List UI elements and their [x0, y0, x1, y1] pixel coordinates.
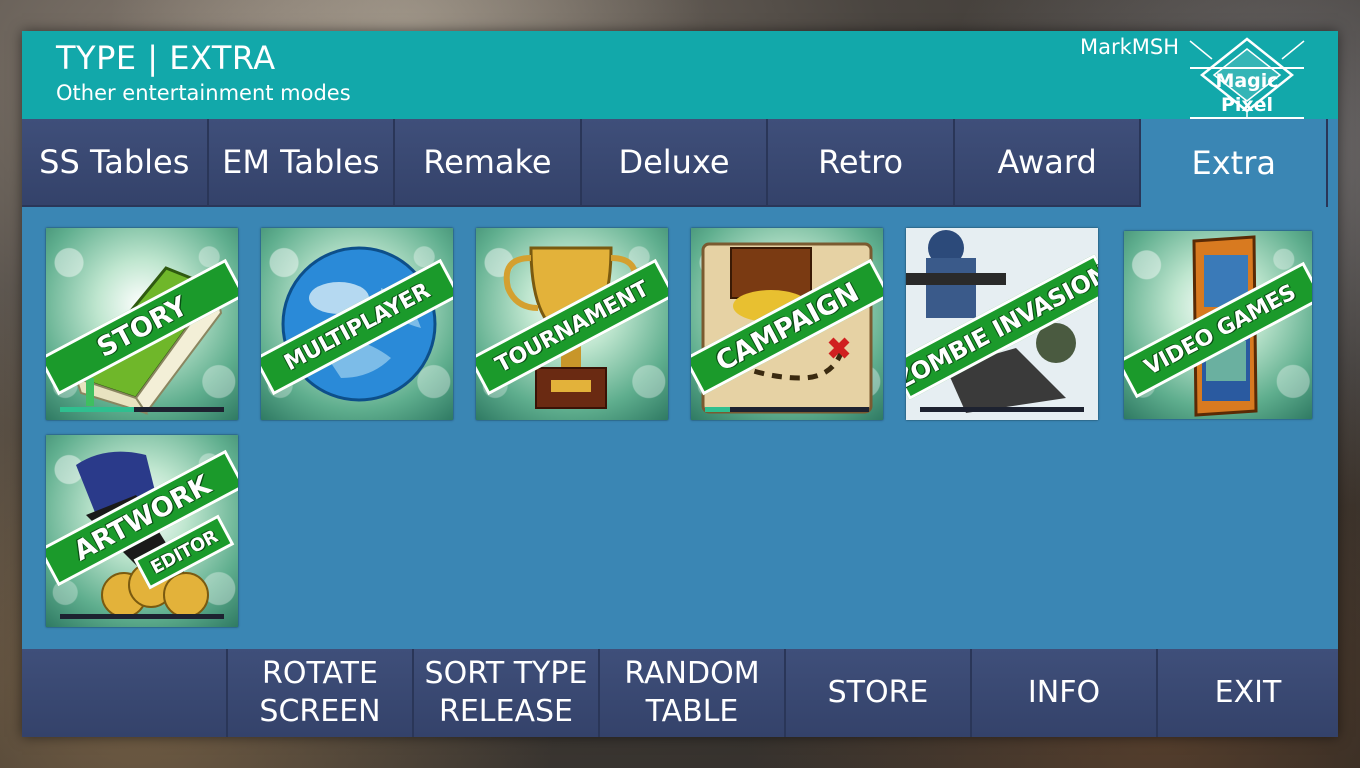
- header: TYPE | EXTRA Other entertainment modes M…: [22, 31, 1338, 119]
- tab-extra[interactable]: Extra: [1141, 119, 1329, 207]
- tile-zombie-invasion[interactable]: ZOMBIE INVASION: [906, 228, 1098, 420]
- tab-remake[interactable]: Remake: [395, 119, 582, 207]
- username-label[interactable]: MarkMSH: [1080, 35, 1179, 59]
- progress-bar: [920, 407, 1084, 412]
- tile-video-games[interactable]: VIDEO GAMES: [1124, 231, 1312, 419]
- category-tabs: SS Tables EM Tables Remake Deluxe Retro …: [22, 119, 1329, 207]
- progress-bar: [60, 407, 224, 412]
- tab-ss-tables[interactable]: SS Tables: [22, 119, 209, 207]
- random-table-button[interactable]: RANDOM TABLE: [598, 649, 784, 737]
- tile-tournament[interactable]: TOURNAMENT: [476, 228, 668, 420]
- store-button[interactable]: STORE: [784, 649, 970, 737]
- footer-spacer: [22, 649, 226, 737]
- tab-em-tables[interactable]: EM Tables: [208, 119, 396, 207]
- app-window: TYPE | EXTRA Other entertainment modes M…: [22, 31, 1338, 737]
- tile-artwork-editor[interactable]: ARTWORK EDITOR: [46, 435, 238, 627]
- footer-toolbar: ROTATE SCREEN SORT TYPE RELEASE RANDOM TABL…: [22, 649, 1338, 737]
- tab-deluxe[interactable]: Deluxe: [581, 119, 769, 207]
- progress-fill: [60, 407, 134, 412]
- tile-multiplayer[interactable]: MULTIPLAYER: [261, 228, 453, 420]
- rotate-screen-button[interactable]: ROTATE SCREEN: [226, 649, 412, 737]
- exit-button[interactable]: EXIT: [1156, 649, 1338, 737]
- progress-bar: [705, 407, 869, 412]
- magic-pixel-logo: Magic Pixel: [1182, 37, 1312, 119]
- tile-campaign[interactable]: CAMPAIGN: [691, 228, 883, 420]
- tile-story[interactable]: STORY: [46, 228, 238, 420]
- progress-fill: [705, 407, 730, 412]
- page-title: TYPE | EXTRA: [56, 39, 276, 77]
- progress-bar: [60, 614, 224, 619]
- sort-type-button[interactable]: SORT TYPE RELEASE: [412, 649, 598, 737]
- page-subtitle: Other entertainment modes: [56, 81, 351, 105]
- tab-retro[interactable]: Retro: [768, 119, 955, 207]
- tab-award[interactable]: Award: [954, 119, 1142, 207]
- info-button[interactable]: INFO: [970, 649, 1156, 737]
- mode-grid: STORY MULTIPLAYER TOURNAMENT CAMPAIGN ZO…: [22, 207, 1338, 649]
- logo-text: Magic Pixel: [1190, 67, 1304, 119]
